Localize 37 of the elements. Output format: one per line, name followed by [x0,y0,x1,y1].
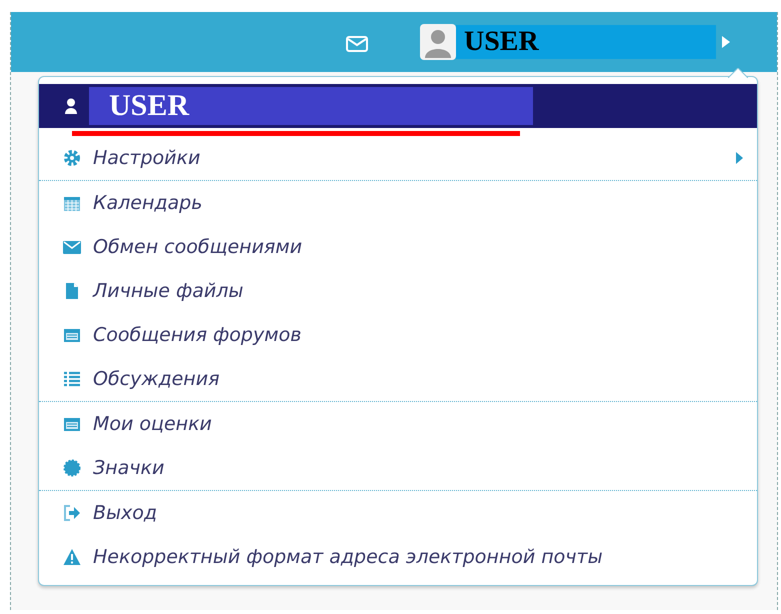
warning-icon [63,548,81,566]
menu-item-label: Личные файлы [93,280,244,302]
menu-item-label: Выход [93,502,158,524]
menu-item-label: Настройки [93,147,200,169]
menu-item-label: Обмен сообщениями [93,236,302,258]
sign-out-icon [63,504,81,522]
menu-item[interactable]: Обсуждения [39,357,757,401]
menu-item-label: Обсуждения [93,368,220,390]
menu-item[interactable]: Настройки [39,136,757,180]
menu-item[interactable]: Некорректный формат адреса электронной почты [39,535,757,579]
caret-icon[interactable] [722,36,730,48]
menu-user-name: USER [89,87,533,125]
menu-item-label: Значки [93,457,164,479]
list-icon [63,370,81,388]
envelope-icon[interactable] [345,34,369,54]
envelope-icon [63,238,81,256]
menu-item[interactable]: Личные файлы [39,269,757,313]
user-name[interactable]: USER [456,25,716,59]
file-icon [63,282,81,300]
menu-item[interactable]: Выход [39,491,757,535]
gear-icon [63,149,81,167]
list-window-icon [63,415,81,433]
menu-item[interactable]: Значки [39,446,757,490]
menu-item-label: Календарь [93,192,202,214]
menu-item[interactable]: Обмен сообщениями [39,225,757,269]
menu-item[interactable]: Сообщения форумов [39,313,757,357]
calendar-icon [63,194,81,212]
menu-item[interactable]: Мои оценки [39,402,757,446]
menu-item[interactable]: Календарь [39,181,757,225]
menu-item-label: Мои оценки [93,413,212,435]
list-window-icon [63,326,81,344]
menu-item-label: Некорректный формат адреса электронной почты [93,546,603,568]
user-icon [65,98,77,114]
menu-item-label: Сообщения форумов [93,324,302,346]
submenu-caret-icon [736,152,743,164]
badge-icon [63,459,81,477]
avatar-icon[interactable] [420,24,456,60]
